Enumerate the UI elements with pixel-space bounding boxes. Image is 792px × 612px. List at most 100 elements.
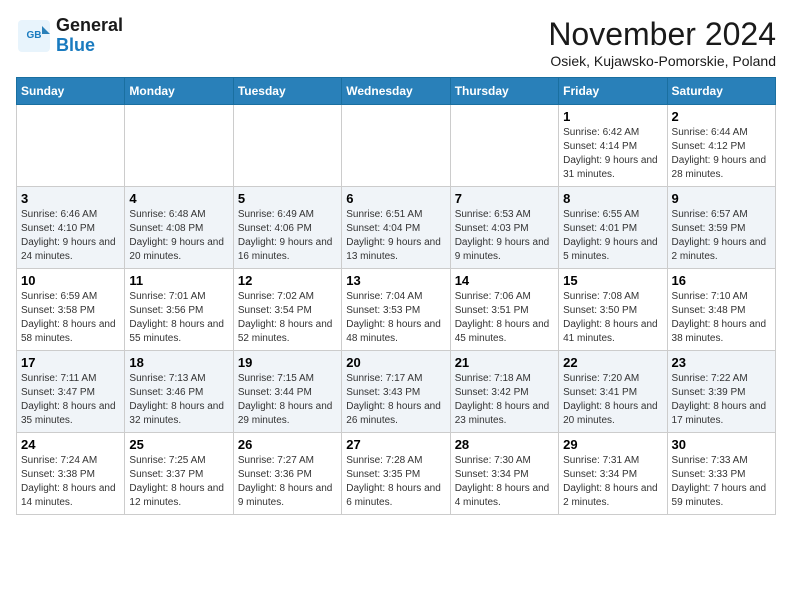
calendar-header: SundayMondayTuesdayWednesdayThursdayFrid… xyxy=(17,78,776,105)
day-number: 7 xyxy=(455,191,554,206)
day-number: 15 xyxy=(563,273,662,288)
day-number: 6 xyxy=(346,191,445,206)
calendar-table: SundayMondayTuesdayWednesdayThursdayFrid… xyxy=(16,77,776,515)
day-detail: Sunrise: 6:59 AMSunset: 3:58 PMDaylight:… xyxy=(21,290,120,346)
weekday-header: Thursday xyxy=(450,78,558,105)
calendar-cell: 16 Sunrise: 7:10 AMSunset: 3:48 PMDayligh… xyxy=(667,269,775,351)
day-number: 13 xyxy=(346,273,445,288)
calendar-cell: 29 Sunrise: 7:31 AMSunset: 3:34 PMDayligh… xyxy=(559,433,667,515)
day-detail: Sunrise: 7:20 AMSunset: 3:41 PMDaylight:… xyxy=(563,372,662,428)
day-detail: Sunrise: 7:28 AMSunset: 3:35 PMDaylight:… xyxy=(346,454,445,510)
calendar-cell: 15 Sunrise: 7:08 AMSunset: 3:50 PMDayligh… xyxy=(559,269,667,351)
calendar-week-row: 1Sunrise: 6:42 AMSunset: 4:14 PMDaylight… xyxy=(17,105,776,187)
weekday-header: Tuesday xyxy=(233,78,341,105)
month-title: November 2024 xyxy=(548,16,776,53)
calendar-cell: 1Sunrise: 6:42 AMSunset: 4:14 PMDaylight… xyxy=(559,105,667,187)
calendar-cell xyxy=(233,105,341,187)
calendar-cell: 23Sunrise: 7:22 AMSunset: 3:39 PMDayligh… xyxy=(667,351,775,433)
day-detail: Sunrise: 7:25 AMSunset: 3:37 PMDaylight:… xyxy=(129,454,228,510)
day-number: 5 xyxy=(238,191,337,206)
day-number: 12 xyxy=(238,273,337,288)
calendar-cell xyxy=(450,105,558,187)
day-detail: Sunrise: 7:33 AMSunset: 3:33 PMDaylight:… xyxy=(672,454,771,510)
calendar-cell: 9 Sunrise: 6:57 AMSunset: 3:59 PMDaylight… xyxy=(667,187,775,269)
day-number: 26 xyxy=(238,437,337,452)
calendar-cell: 12 Sunrise: 7:02 AMSunset: 3:54 PMDayligh… xyxy=(233,269,341,351)
day-detail: Sunrise: 7:30 AMSunset: 3:34 PMDaylight:… xyxy=(455,454,554,510)
day-number: 19 xyxy=(238,355,337,370)
weekday-header: Saturday xyxy=(667,78,775,105)
calendar-cell: 25 Sunrise: 7:25 AMSunset: 3:37 PMDayligh… xyxy=(125,433,233,515)
weekday-header: Friday xyxy=(559,78,667,105)
calendar-cell: 13 Sunrise: 7:04 AMSunset: 3:53 PMDayligh… xyxy=(342,269,450,351)
day-detail: Sunrise: 7:24 AMSunset: 3:38 PMDaylight:… xyxy=(21,454,120,510)
logo-line2: Blue xyxy=(56,36,123,56)
day-detail: Sunrise: 6:53 AMSunset: 4:03 PMDaylight:… xyxy=(455,208,554,264)
day-number: 10 xyxy=(21,273,120,288)
day-number: 9 xyxy=(672,191,771,206)
day-detail: Sunrise: 7:11 AMSunset: 3:47 PMDaylight:… xyxy=(21,372,120,428)
day-number: 23 xyxy=(672,355,771,370)
day-number: 25 xyxy=(129,437,228,452)
day-detail: Sunrise: 7:17 AMSunset: 3:43 PMDaylight:… xyxy=(346,372,445,428)
calendar-cell xyxy=(125,105,233,187)
calendar-cell: 6 Sunrise: 6:51 AMSunset: 4:04 PMDaylight… xyxy=(342,187,450,269)
location-title: Osiek, Kujawsko-Pomorskie, Poland xyxy=(548,53,776,69)
day-detail: Sunrise: 7:08 AMSunset: 3:50 PMDaylight:… xyxy=(563,290,662,346)
calendar-cell: 7 Sunrise: 6:53 AMSunset: 4:03 PMDaylight… xyxy=(450,187,558,269)
calendar-cell: 10 Sunrise: 6:59 AMSunset: 3:58 PMDayligh… xyxy=(17,269,125,351)
day-detail: Sunrise: 6:55 AMSunset: 4:01 PMDaylight:… xyxy=(563,208,662,264)
day-number: 17 xyxy=(21,355,120,370)
day-number: 28 xyxy=(455,437,554,452)
day-number: 3 xyxy=(21,191,120,206)
day-number: 30 xyxy=(672,437,771,452)
day-number: 22 xyxy=(563,355,662,370)
weekday-header: Monday xyxy=(125,78,233,105)
logo-line1: General xyxy=(56,16,123,36)
day-detail: Sunrise: 7:18 AMSunset: 3:42 PMDaylight:… xyxy=(455,372,554,428)
svg-text:GB: GB xyxy=(27,30,42,41)
header: GB General Blue November 2024 Osiek, Kuj… xyxy=(16,16,776,69)
day-detail: Sunrise: 7:27 AMSunset: 3:36 PMDaylight:… xyxy=(238,454,337,510)
day-number: 20 xyxy=(346,355,445,370)
day-detail: Sunrise: 6:46 AMSunset: 4:10 PMDaylight:… xyxy=(21,208,120,264)
calendar-cell: 19 Sunrise: 7:15 AMSunset: 3:44 PMDayligh… xyxy=(233,351,341,433)
calendar-cell: 30 Sunrise: 7:33 AMSunset: 3:33 PMDayligh… xyxy=(667,433,775,515)
calendar-week-row: 24Sunrise: 7:24 AMSunset: 3:38 PMDayligh… xyxy=(17,433,776,515)
calendar-cell: 17 Sunrise: 7:11 AMSunset: 3:47 PMDayligh… xyxy=(17,351,125,433)
day-detail: Sunrise: 6:44 AMSunset: 4:12 PMDaylight:… xyxy=(672,126,771,182)
calendar-week-row: 10 Sunrise: 6:59 AMSunset: 3:58 PMDayligh… xyxy=(17,269,776,351)
logo: GB General Blue xyxy=(16,16,123,56)
day-number: 16 xyxy=(672,273,771,288)
day-detail: Sunrise: 7:04 AMSunset: 3:53 PMDaylight:… xyxy=(346,290,445,346)
day-number: 27 xyxy=(346,437,445,452)
calendar-cell: 3 Sunrise: 6:46 AMSunset: 4:10 PMDaylight… xyxy=(17,187,125,269)
calendar-cell: 2 Sunrise: 6:44 AMSunset: 4:12 PMDaylight… xyxy=(667,105,775,187)
calendar-cell: 11Sunrise: 7:01 AMSunset: 3:56 PMDayligh… xyxy=(125,269,233,351)
day-detail: Sunrise: 7:02 AMSunset: 3:54 PMDaylight:… xyxy=(238,290,337,346)
logo-icon: GB xyxy=(16,18,52,54)
day-number: 29 xyxy=(563,437,662,452)
day-number: 2 xyxy=(672,109,771,124)
day-detail: Sunrise: 6:51 AMSunset: 4:04 PMDaylight:… xyxy=(346,208,445,264)
day-detail: Sunrise: 6:49 AMSunset: 4:06 PMDaylight:… xyxy=(238,208,337,264)
calendar-cell: 20 Sunrise: 7:17 AMSunset: 3:43 PMDayligh… xyxy=(342,351,450,433)
day-detail: Sunrise: 6:42 AMSunset: 4:14 PMDaylight:… xyxy=(563,126,662,182)
day-detail: Sunrise: 7:10 AMSunset: 3:48 PMDaylight:… xyxy=(672,290,771,346)
calendar-cell xyxy=(17,105,125,187)
calendar-cell: 18Sunrise: 7:13 AMSunset: 3:46 PMDayligh… xyxy=(125,351,233,433)
weekday-row: SundayMondayTuesdayWednesdayThursdayFrid… xyxy=(17,78,776,105)
day-number: 11 xyxy=(129,273,228,288)
logo-text: General Blue xyxy=(56,16,123,56)
day-number: 18 xyxy=(129,355,228,370)
calendar-cell xyxy=(342,105,450,187)
calendar-week-row: 3 Sunrise: 6:46 AMSunset: 4:10 PMDaylight… xyxy=(17,187,776,269)
calendar-body: 1Sunrise: 6:42 AMSunset: 4:14 PMDaylight… xyxy=(17,105,776,515)
day-detail: Sunrise: 7:15 AMSunset: 3:44 PMDaylight:… xyxy=(238,372,337,428)
title-area: November 2024 Osiek, Kujawsko-Pomorskie,… xyxy=(548,16,776,69)
weekday-header: Sunday xyxy=(17,78,125,105)
day-detail: Sunrise: 6:57 AMSunset: 3:59 PMDaylight:… xyxy=(672,208,771,264)
day-number: 14 xyxy=(455,273,554,288)
day-detail: Sunrise: 7:31 AMSunset: 3:34 PMDaylight:… xyxy=(563,454,662,510)
day-number: 8 xyxy=(563,191,662,206)
